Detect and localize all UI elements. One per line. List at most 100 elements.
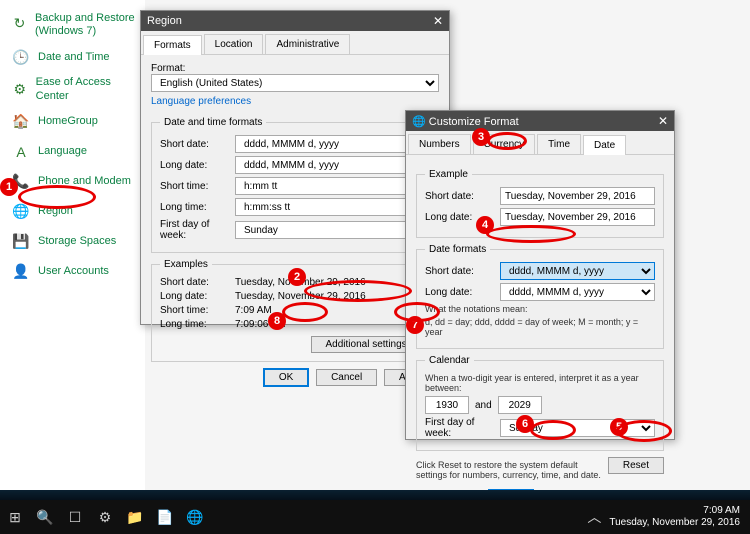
group-legend: Calendar — [425, 355, 474, 366]
short-date-label: Short date: — [160, 139, 235, 150]
sidebar-item-datetime[interactable]: 🕒 Date and Time — [4, 42, 141, 72]
long-time-select[interactable]: h:mm:ss tt — [235, 198, 430, 216]
desktop-background — [0, 490, 750, 500]
sidebar-item-homegroup[interactable]: 🏠 HomeGroup — [4, 107, 141, 137]
language-icon: A — [10, 141, 32, 163]
taskbar[interactable]: ⊞ 🔍 ☐ ⚙ 📁 📄 🌐 ︿ 7:09 AM Tuesday, Novembe… — [0, 500, 750, 534]
close-icon[interactable]: ✕ — [658, 114, 668, 128]
sidebar-item-backup[interactable]: ↻ Backup and Restore (Windows 7) — [4, 8, 141, 42]
control-panel-sidebar: ↻ Backup and Restore (Windows 7) 🕒 Date an… — [0, 0, 145, 490]
ok-button[interactable]: OK — [263, 368, 309, 387]
short-time-select[interactable]: h:mm tt — [235, 177, 430, 195]
sidebar-item-label: Backup and Restore (Windows 7) — [35, 12, 135, 38]
dialog-title: Region — [147, 15, 182, 27]
sidebar-item-label: Region — [38, 205, 73, 218]
sidebar-item-ease[interactable]: ⚙ Ease of Access Center — [4, 72, 141, 106]
sidebar-item-label: Storage Spaces — [38, 235, 116, 248]
start-button[interactable]: ⊞ — [0, 500, 30, 534]
ex-short-time: 7:09 AM — [235, 305, 272, 316]
ex-long-date-label: Long date: — [160, 291, 235, 302]
year-to-spinner[interactable] — [498, 396, 542, 414]
long-date-select[interactable]: dddd, MMMM d, yyyy — [235, 156, 430, 174]
sidebar-item-phone[interactable]: 📞Phone and Modem — [4, 167, 141, 197]
tab-location[interactable]: Location — [204, 34, 264, 54]
customize-format-dialog: 🌐 Customize Format ✕ Numbers Currency Ti… — [405, 110, 675, 440]
sidebar-item-label: Date and Time — [38, 51, 110, 64]
group-legend: Example — [425, 169, 472, 180]
long-date-format-select[interactable]: dddd, MMMM d, yyyy — [500, 283, 655, 301]
calendar-group: Calendar When a two-digit year is entere… — [416, 355, 664, 451]
home-icon: 🏠 — [10, 111, 32, 133]
taskbar-app-icon[interactable]: 📄 — [150, 500, 180, 534]
titlebar[interactable]: 🌐 Customize Format ✕ — [406, 111, 674, 131]
chevron-up-icon[interactable]: ︿ — [579, 500, 609, 534]
short-time-label: Short time: — [160, 181, 235, 192]
tabs: Formats Location Administrative — [141, 31, 449, 55]
short-date-format-select[interactable]: dddd, MMMM d, yyyy — [500, 262, 655, 280]
year-from — [425, 396, 469, 414]
ex-long-date: Tuesday, November 29, 2016 — [235, 291, 366, 302]
dialog-title: 🌐 Customize Format — [412, 115, 519, 128]
sidebar-item-label: Language — [38, 145, 87, 158]
clock-time: 7:09 AM — [609, 505, 740, 517]
sidebar-item-label: User Accounts — [38, 265, 109, 278]
long-date-label: Long date: — [160, 160, 235, 171]
ex-short-label: Short date: — [425, 191, 500, 202]
group-legend: Date formats — [425, 244, 490, 255]
ex-long-label: Long date: — [425, 212, 500, 223]
region-dialog: Region ✕ Formats Location Administrative… — [140, 10, 450, 325]
reset-button[interactable]: Reset — [608, 457, 664, 474]
example-group: Example Short date: Long date: — [416, 169, 664, 238]
and-label: and — [475, 400, 492, 411]
restore-icon: ↻ — [10, 12, 29, 34]
storage-icon: 💾 — [10, 231, 32, 253]
tab-time[interactable]: Time — [537, 134, 581, 154]
tab-formats[interactable]: Formats — [143, 35, 202, 55]
system-clock[interactable]: 7:09 AM Tuesday, November 29, 2016 — [609, 505, 750, 529]
ex-long-time-label: Long time: — [160, 319, 235, 330]
clock-icon: 🕒 — [10, 46, 32, 68]
tab-administrative[interactable]: Administrative — [265, 34, 350, 54]
ex-short-date-label: Short date: — [160, 277, 235, 288]
tab-numbers[interactable]: Numbers — [408, 134, 471, 154]
user-icon: 👤 — [10, 261, 32, 283]
cancel-button[interactable]: Cancel — [316, 369, 377, 386]
df-short-label: Short date: — [425, 266, 500, 277]
sidebar-item-label: Phone and Modem — [38, 175, 131, 188]
sidebar-item-label: HomeGroup — [38, 115, 98, 128]
first-day-select[interactable]: Sunday — [500, 419, 655, 437]
notation-label: What the notations mean: — [425, 304, 655, 314]
sidebar-item-region[interactable]: 🌐 Region — [4, 197, 141, 227]
reset-text: Click Reset to restore the system defaul… — [416, 460, 604, 480]
titlebar[interactable]: Region ✕ — [141, 11, 449, 31]
two-digit-label: When a two-digit year is entered, interp… — [425, 373, 655, 393]
examples-group: Examples Short date:Tuesday, November 29… — [151, 259, 439, 362]
clock-date: Tuesday, November 29, 2016 — [609, 517, 740, 529]
tab-currency[interactable]: Currency — [473, 134, 536, 154]
taskbar-app-icon[interactable]: 🌐 — [180, 500, 210, 534]
ex-short-value — [500, 187, 655, 205]
close-icon[interactable]: ✕ — [433, 14, 443, 28]
tabs: Numbers Currency Time Date — [406, 131, 674, 155]
sidebar-item-users[interactable]: 👤 User Accounts — [4, 257, 141, 287]
sidebar-item-storage[interactable]: 💾 Storage Spaces — [4, 227, 141, 257]
tab-date[interactable]: Date — [583, 135, 626, 155]
short-date-select[interactable]: dddd, MMMM d, yyyy — [235, 135, 430, 153]
format-label: Format: — [151, 63, 439, 74]
taskbar-app-icon[interactable]: 📁 — [120, 500, 150, 534]
search-icon[interactable]: 🔍 — [30, 500, 60, 534]
long-time-label: Long time: — [160, 202, 235, 213]
format-select[interactable]: English (United States) — [151, 74, 439, 92]
df-long-label: Long date: — [425, 287, 500, 298]
task-view-icon[interactable]: ☐ — [60, 500, 90, 534]
gear-icon[interactable]: ⚙ — [90, 500, 120, 534]
sidebar-item-language[interactable]: A Language — [4, 137, 141, 167]
ex-long-time: 7:09:06 AM — [235, 319, 286, 330]
group-legend: Examples — [160, 259, 212, 270]
notation-text: d, dd = day; ddd, dddd = day of week; M … — [425, 317, 655, 337]
language-preferences-link[interactable]: Language preferences — [151, 96, 251, 107]
sidebar-item-label: Ease of Access Center — [36, 76, 135, 102]
first-day-select[interactable]: Sunday — [235, 221, 430, 239]
ease-icon: ⚙ — [10, 79, 30, 101]
globe-icon: 🌐 — [10, 201, 32, 223]
